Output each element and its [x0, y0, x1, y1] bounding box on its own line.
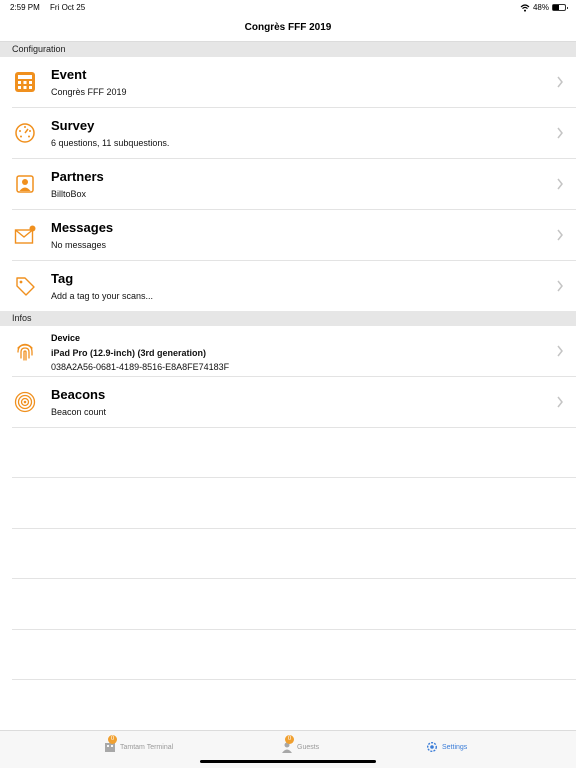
navigation-bar: Congrès FFF 2019 [0, 14, 576, 42]
row-subtitle: 6 questions, 11 subquestions. [51, 138, 170, 148]
row-subtitle: BilltoBox [51, 189, 87, 199]
row-beacons[interactable]: Beacons Beacon count [0, 377, 576, 428]
row-partners[interactable]: Partners BilltoBox [0, 159, 576, 210]
chevron-right-icon [557, 178, 563, 190]
chevron-right-icon [557, 127, 563, 139]
empty-row-divider [12, 528, 576, 529]
gear-icon [426, 741, 438, 753]
tab-badge: 0 [285, 735, 294, 744]
row-title: Messages [51, 220, 114, 235]
device-identifier: 038A2A56-0681-4189-8516-E8A8FE74183F [51, 362, 230, 372]
tab-tamtam-terminal[interactable]: 0 Tamtam Terminal [104, 735, 174, 755]
beacon-icon [14, 391, 36, 413]
battery-percent: 48% [532, 3, 549, 12]
empty-row-divider [12, 578, 576, 579]
terminal-icon: 0 [104, 735, 117, 753]
row-survey[interactable]: Survey 6 questions, 11 subquestions. [0, 108, 576, 159]
row-subtitle: Beacon count [51, 407, 107, 417]
row-messages[interactable]: Messages No messages [0, 210, 576, 261]
tab-label: Tamtam Terminal [120, 743, 174, 751]
empty-row-divider [12, 629, 576, 630]
contact-icon [16, 175, 34, 193]
row-event[interactable]: Event Congrès FFF 2019 [0, 57, 576, 108]
fingerprint-icon [17, 343, 33, 361]
calculator-icon [15, 72, 35, 92]
chevron-right-icon [557, 229, 563, 241]
row-title: Event [51, 67, 87, 82]
tab-badge: 0 [108, 735, 117, 744]
row-title: Beacons [51, 387, 106, 402]
row-title: Partners [51, 169, 104, 184]
row-title: Tag [51, 271, 74, 286]
row-tag[interactable]: Tag Add a tag to your scans... [0, 261, 576, 312]
row-title: Device [51, 333, 81, 343]
tab-guests[interactable]: 0 Guests [281, 735, 320, 755]
row-subtitle: Congrès FFF 2019 [51, 87, 127, 97]
status-bar: 2:59 PM Fri Oct 25 48% [0, 0, 576, 14]
battery-icon [552, 4, 568, 11]
status-date: Fri Oct 25 [50, 3, 86, 12]
chevron-right-icon [557, 76, 563, 88]
status-time: 2:59 PM [10, 3, 40, 12]
tab-label: Guests [297, 743, 320, 751]
tab-label: Settings [442, 743, 468, 751]
tab-settings[interactable]: Settings [426, 739, 467, 755]
empty-row-divider [12, 679, 576, 680]
chevron-right-icon [557, 280, 563, 292]
person-icon: 0 [281, 735, 294, 753]
row-subtitle: iPad Pro (12.9-inch) (3rd generation) [51, 348, 207, 358]
row-title: Survey [51, 118, 95, 133]
home-indicator [200, 760, 376, 763]
chevron-right-icon [557, 396, 563, 408]
row-device[interactable]: Device iPad Pro (12.9-inch) (3rd generat… [0, 326, 576, 377]
tag-icon [16, 277, 35, 296]
envelope-icon [14, 225, 36, 244]
empty-row-divider [12, 477, 576, 478]
section-header-configuration: Configuration [0, 42, 576, 57]
chevron-right-icon [557, 345, 563, 357]
wifi-icon [520, 3, 530, 12]
dial-icon [15, 123, 35, 143]
section-header-infos: Infos [0, 311, 576, 326]
page-title: Congrès FFF 2019 [244, 22, 332, 33]
row-subtitle: No messages [51, 240, 107, 250]
row-subtitle: Add a tag to your scans... [51, 291, 154, 301]
